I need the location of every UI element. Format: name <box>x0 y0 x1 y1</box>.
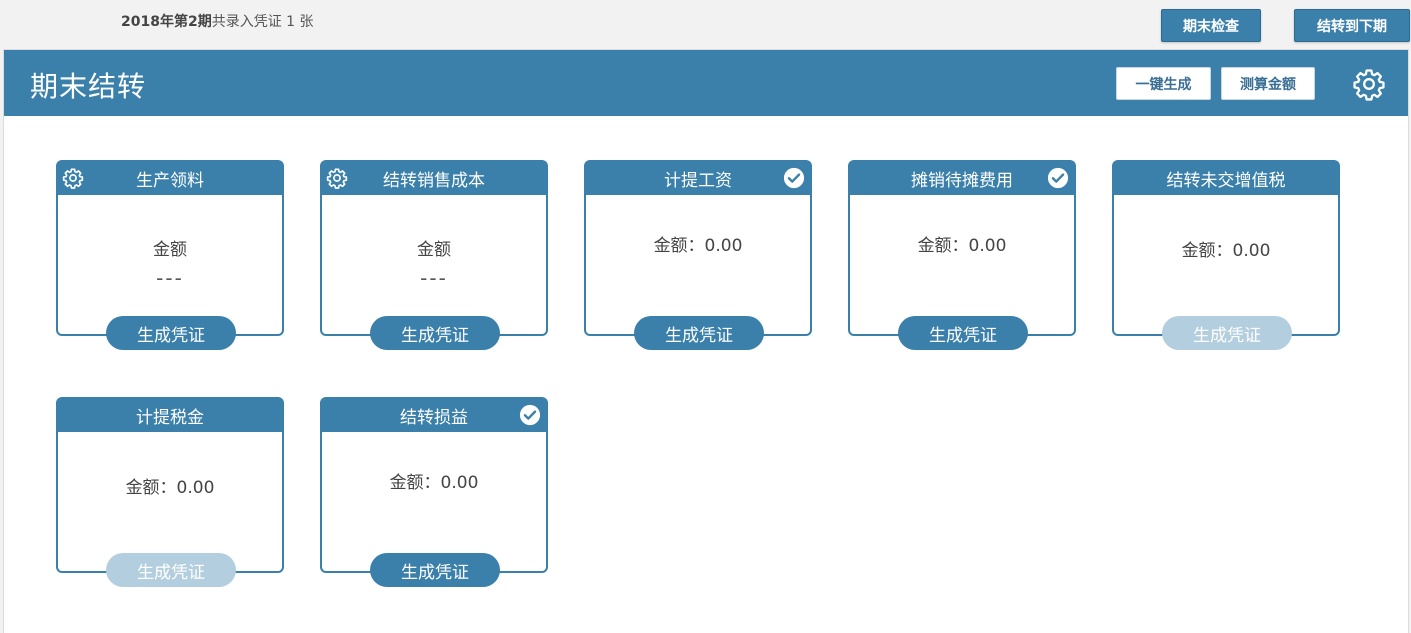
amount-text: 金额：0.00 <box>389 473 479 493</box>
gear-icon[interactable] <box>326 167 348 189</box>
generate-voucher-button: 生成凭证 <box>106 553 236 587</box>
amount-value: --- <box>156 266 184 290</box>
top-bar: 2018年第2期共录入凭证 1 张 期末检查 结转到下期 <box>0 0 1411 48</box>
closing-card: 计提税金金额：0.00 生成凭证 <box>56 397 284 587</box>
carry-to-next-period-button[interactable]: 结转到下期 <box>1294 9 1410 42</box>
closing-card: 结转未交增值税 金额：0.00 生成凭证 <box>1112 160 1340 350</box>
generate-voucher-button[interactable]: 生成凭证 <box>370 316 500 350</box>
voucher-count-text: 共录入凭证 1 张 <box>211 14 314 30</box>
card-title: 计提工资 <box>586 162 810 195</box>
gear-icon[interactable] <box>62 167 84 189</box>
amount-label: 金额 <box>417 240 451 260</box>
amount-label: 金额 <box>153 240 187 260</box>
check-circle-icon <box>1047 167 1069 189</box>
closing-card: 计提工资金额：0.00 生成凭证 <box>584 160 812 350</box>
generate-voucher-button[interactable]: 生成凭证 <box>370 553 500 587</box>
card-title: 结转损益 <box>322 399 546 432</box>
period-info: 2018年第2期共录入凭证 1 张 <box>121 11 314 31</box>
generate-voucher-button[interactable]: 生成凭证 <box>634 316 764 350</box>
card-title-text: 摊销待摊费用 <box>911 171 1013 191</box>
calculate-amount-button[interactable]: 测算金额 <box>1221 67 1315 100</box>
card-title-text: 结转损益 <box>400 408 468 428</box>
panel-header: 期末结转 一键生成 测算金额 <box>4 50 1408 116</box>
closing-card: 生产领料金额 --- 生成凭证 <box>56 160 284 350</box>
card-title: 计提税金 <box>58 399 282 432</box>
amount-text: 金额：0.00 <box>917 236 1007 256</box>
period-label: 2018年第2期 <box>121 14 212 30</box>
closing-card: 摊销待摊费用 金额：0.00 生成凭证 <box>848 160 1076 350</box>
page-title: 期末结转 <box>30 70 147 103</box>
card-title-text: 结转销售成本 <box>383 171 485 191</box>
check-circle-icon <box>519 404 541 426</box>
generate-voucher-button: 生成凭证 <box>1162 316 1292 350</box>
amount-text: 金额：0.00 <box>1181 241 1271 261</box>
generate-voucher-button[interactable]: 生成凭证 <box>106 316 236 350</box>
amount-text: 金额：0.00 <box>653 236 743 256</box>
card-title: 生产领料 <box>58 162 282 195</box>
amount-text: 金额：0.00 <box>125 478 215 498</box>
generate-all-button[interactable]: 一键生成 <box>1116 67 1211 100</box>
card-title: 摊销待摊费用 <box>850 162 1074 195</box>
gear-icon[interactable] <box>1352 67 1386 101</box>
check-circle-icon <box>783 167 805 189</box>
card-title-text: 计提税金 <box>136 408 204 428</box>
amount-value: --- <box>420 266 448 290</box>
closing-card: 结转销售成本 金额 --- 生成凭证 <box>320 160 548 350</box>
card-title-text: 生产领料 <box>136 171 204 191</box>
card-title-text: 结转未交增值税 <box>1166 171 1286 191</box>
card-title: 结转未交增值税 <box>1114 162 1338 195</box>
period-end-check-button[interactable]: 期末检查 <box>1161 9 1261 42</box>
generate-voucher-button[interactable]: 生成凭证 <box>898 316 1028 350</box>
closing-card: 结转损益金额：0.00 生成凭证 <box>320 397 548 587</box>
card-title: 结转销售成本 <box>322 162 546 195</box>
card-title-text: 计提工资 <box>664 171 732 191</box>
